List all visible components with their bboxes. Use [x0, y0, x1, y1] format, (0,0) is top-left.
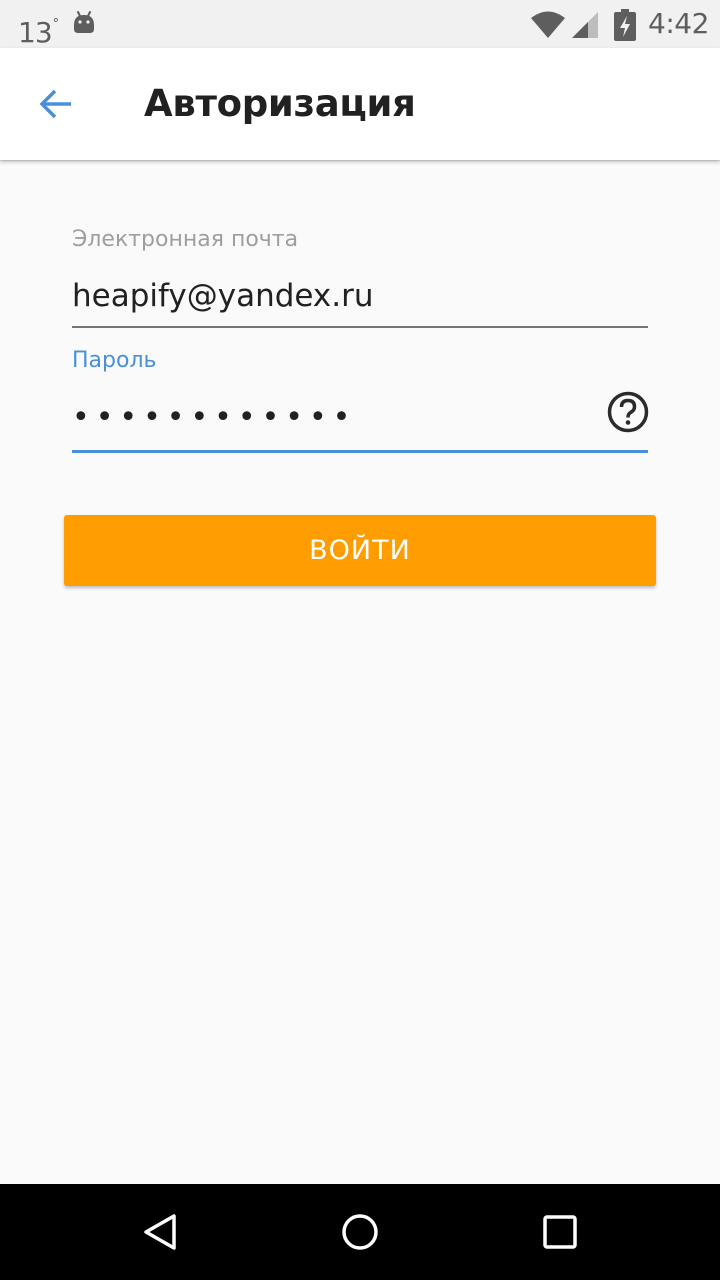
navigation-bar [0, 1184, 720, 1280]
question-circle-icon[interactable] [606, 390, 650, 434]
status-bar: 13° 4:42 [0, 0, 720, 50]
temperature-indicator: 13° [18, 8, 59, 50]
email-label: Электронная почта [72, 227, 299, 252]
android-icon [74, 11, 94, 33]
recents-square-icon[interactable] [536, 1208, 584, 1256]
battery-charging-icon [614, 9, 636, 41]
home-circle-icon[interactable] [336, 1208, 384, 1256]
wifi-icon [531, 11, 565, 38]
email-field[interactable] [72, 266, 648, 328]
page-title: Авторизация [144, 82, 416, 125]
password-field[interactable] [72, 384, 648, 453]
temperature-value: 13 [18, 16, 53, 49]
password-label: Пароль [72, 348, 157, 373]
back-button[interactable] [24, 72, 88, 136]
app-bar: Авторизация [0, 48, 720, 160]
arrow-left-icon [39, 89, 71, 119]
degree-symbol: ° [52, 17, 59, 32]
login-button[interactable]: ВОЙТИ [64, 515, 656, 586]
back-triangle-icon[interactable] [136, 1208, 184, 1256]
signal-icon [572, 12, 598, 38]
status-clock: 4:42 [648, 7, 709, 40]
